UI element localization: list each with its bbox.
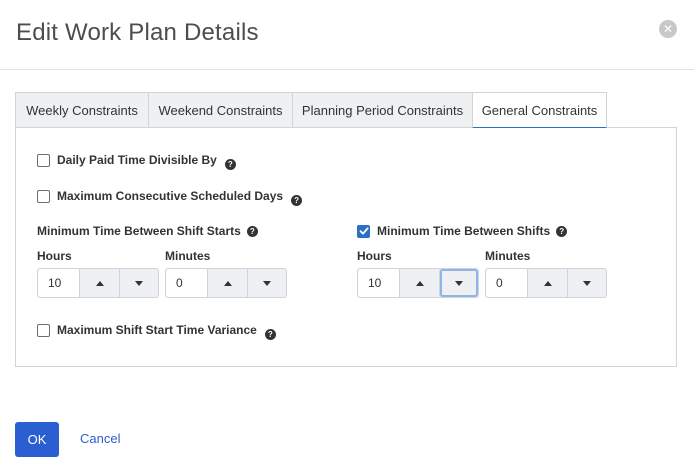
daily-paid-checkbox[interactable] <box>37 153 50 167</box>
caret-up-icon <box>95 280 104 286</box>
dialog-header: Edit Work Plan Details ✕ <box>0 0 694 70</box>
tab-weekly-constraints[interactable]: Weekly Constraints <box>15 92 149 128</box>
shifts-hours-increment-button[interactable] <box>400 269 439 297</box>
starts-minutes-label: Minutes <box>165 249 211 263</box>
constraints-tabs: Weekly Constraints Weekend Constraints P… <box>15 92 677 367</box>
max-start-variance-checkbox[interactable] <box>37 323 50 337</box>
starts-minutes-input[interactable]: 0 <box>166 269 208 297</box>
ok-button[interactable]: OK <box>15 422 59 457</box>
min-between-starts-heading: Minimum Time Between Shift Starts ? <box>37 224 258 238</box>
shifts-hours-label: Hours <box>357 249 392 263</box>
min-between-shifts-heading: Minimum Time Between Shifts ? <box>357 224 568 238</box>
shifts-hours-input[interactable]: 10 <box>358 269 400 297</box>
max-consecutive-label: Maximum Consecutive Scheduled Days <box>57 189 284 203</box>
checkmark-icon <box>359 227 368 235</box>
help-icon[interactable]: ? <box>224 158 236 170</box>
starts-minutes-increment-button[interactable] <box>208 269 247 297</box>
caret-down-icon <box>263 280 271 286</box>
tab-general-constraints[interactable]: General Constraints <box>472 92 607 129</box>
help-icon[interactable]: ? <box>264 328 276 340</box>
shifts-minutes-increment-button[interactable] <box>528 269 567 297</box>
starts-hours-decrement-button[interactable] <box>119 269 158 297</box>
min-between-shifts-label: Minimum Time Between Shifts <box>377 224 551 238</box>
tab-weekend-constraints[interactable]: Weekend Constraints <box>148 92 293 128</box>
caret-down-icon <box>455 280 463 286</box>
cancel-button[interactable]: Cancel <box>80 431 120 446</box>
close-icon[interactable]: ✕ <box>659 20 677 38</box>
dialog-title: Edit Work Plan Details <box>16 19 259 46</box>
shifts-minutes-label: Minutes <box>485 249 531 263</box>
starts-minutes-decrement-button[interactable] <box>247 269 286 297</box>
starts-hours-stepper: 10 <box>37 268 159 298</box>
caret-down-icon <box>583 280 591 286</box>
help-icon[interactable]: ? <box>556 225 568 237</box>
caret-up-icon <box>415 280 424 286</box>
shifts-hours-stepper: 10 <box>357 268 479 298</box>
starts-hours-input[interactable]: 10 <box>38 269 80 297</box>
daily-paid-row: Daily Paid Time Divisible By ? <box>37 153 236 170</box>
shifts-minutes-decrement-button[interactable] <box>567 269 606 297</box>
edit-work-plan-dialog: Edit Work Plan Details ✕ Weekly Constrai… <box>0 0 694 468</box>
caret-up-icon <box>543 280 552 286</box>
min-between-shifts-checkbox[interactable] <box>357 224 370 238</box>
shifts-minutes-input[interactable]: 0 <box>486 269 528 297</box>
max-consecutive-checkbox[interactable] <box>37 189 50 203</box>
starts-minutes-stepper: 0 <box>165 268 287 298</box>
max-start-variance-row: Maximum Shift Start Time Variance ? <box>37 323 276 340</box>
general-constraints-panel: Daily Paid Time Divisible By ? Maximum C… <box>15 128 677 367</box>
help-icon[interactable]: ? <box>291 194 303 206</box>
tab-bar: Weekly Constraints Weekend Constraints P… <box>15 92 677 129</box>
shifts-minutes-stepper: 0 <box>485 268 607 298</box>
caret-down-icon <box>135 280 143 286</box>
min-between-starts-label: Minimum Time Between Shift Starts <box>37 224 241 238</box>
help-icon[interactable]: ? <box>246 225 258 237</box>
tab-planning-period-constraints[interactable]: Planning Period Constraints <box>292 92 473 128</box>
caret-up-icon <box>223 280 232 286</box>
max-consecutive-row: Maximum Consecutive Scheduled Days ? <box>37 189 303 206</box>
starts-hours-label: Hours <box>37 249 72 263</box>
starts-hours-increment-button[interactable] <box>80 269 119 297</box>
daily-paid-label: Daily Paid Time Divisible By <box>57 153 217 167</box>
max-start-variance-label: Maximum Shift Start Time Variance <box>57 323 257 337</box>
shifts-hours-decrement-button[interactable] <box>439 269 478 297</box>
